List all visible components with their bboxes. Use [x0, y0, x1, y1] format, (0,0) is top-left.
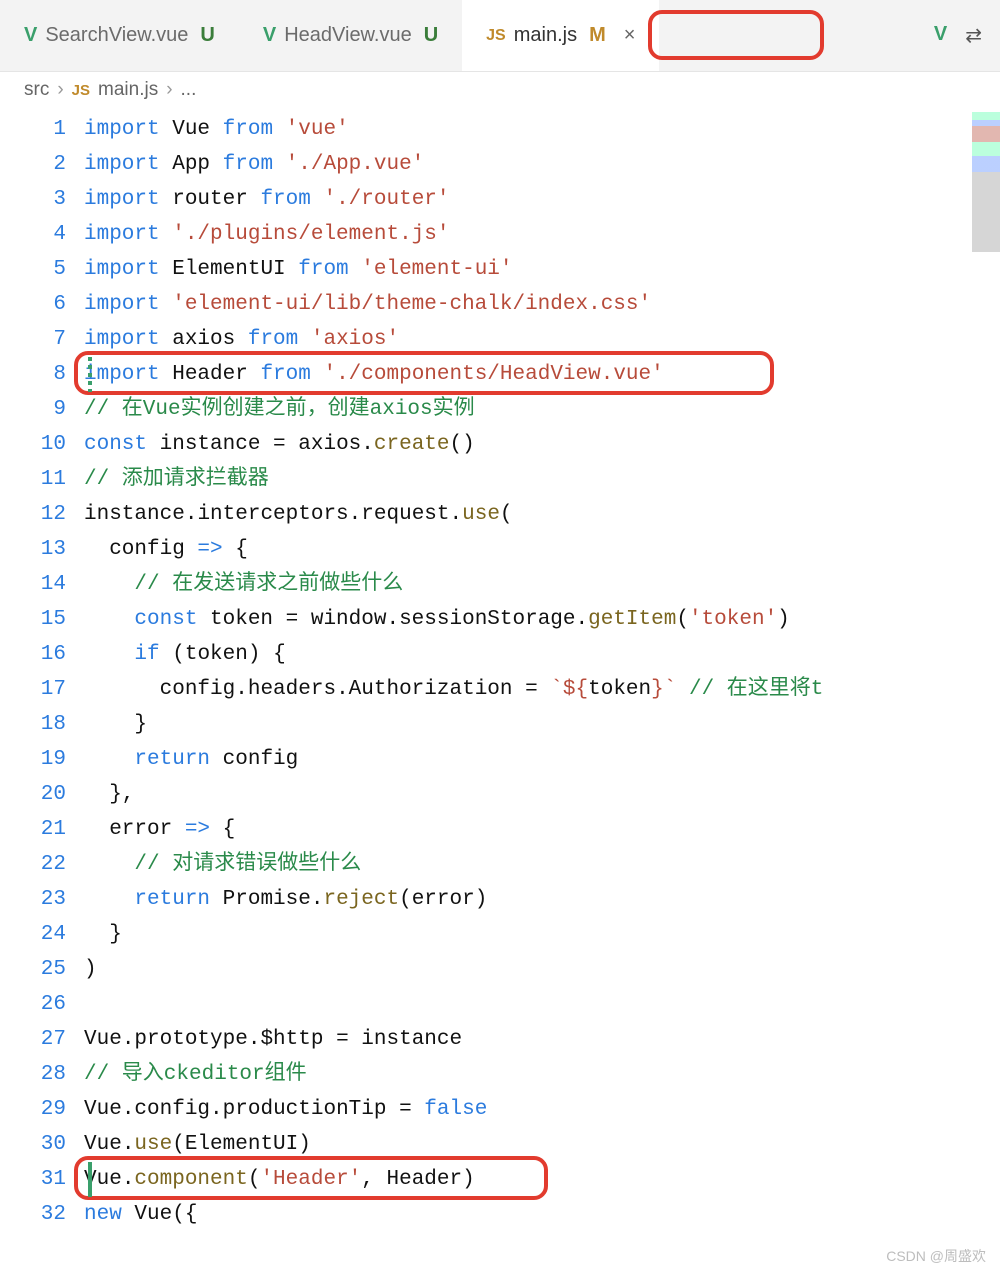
minimap[interactable]	[972, 112, 1000, 252]
line-number: 4	[0, 217, 66, 252]
code-line[interactable]: // 对请求错误做些什么	[84, 847, 1000, 882]
line-number: 20	[0, 777, 66, 812]
vue-icon: V	[24, 24, 37, 47]
code-line[interactable]: Vue.prototype.$http = instance	[84, 1022, 1000, 1057]
breadcrumb-segment[interactable]: ...	[181, 79, 197, 101]
line-number: 23	[0, 882, 66, 917]
code-line[interactable]: },	[84, 777, 1000, 812]
git-status-m: M	[589, 24, 606, 47]
line-number: 18	[0, 707, 66, 742]
code-line[interactable]: import 'element-ui/lib/theme-chalk/index…	[84, 287, 1000, 322]
watermark: CSDN @周盛欢	[886, 1246, 986, 1266]
line-number: 30	[0, 1127, 66, 1162]
git-gutter-added	[88, 1162, 92, 1197]
code-line[interactable]: // 在发送请求之前做些什么	[84, 567, 1000, 602]
code-line[interactable]: const instance = axios.create()	[84, 427, 1000, 462]
code-line[interactable]: import router from './router'	[84, 182, 1000, 217]
line-number: 11	[0, 462, 66, 497]
line-number: 15	[0, 602, 66, 637]
line-number: 25	[0, 952, 66, 987]
line-number: 22	[0, 847, 66, 882]
code-line[interactable]: config => {	[84, 532, 1000, 567]
line-number: 29	[0, 1092, 66, 1127]
git-status-u: U	[424, 24, 438, 47]
code-line[interactable]: new Vue({	[84, 1197, 1000, 1232]
tab-label: SearchView.vue	[45, 24, 188, 47]
code-line[interactable]: return config	[84, 742, 1000, 777]
vue-icon[interactable]: V	[934, 23, 947, 48]
line-number: 26	[0, 987, 66, 1022]
js-icon: JS	[72, 82, 90, 99]
code-line[interactable]: import './plugins/element.js'	[84, 217, 1000, 252]
git-status-u: U	[200, 24, 214, 47]
code-line[interactable]: Vue.use(ElementUI)	[84, 1127, 1000, 1162]
line-number: 12	[0, 497, 66, 532]
editor-tabs: V SearchView.vue U V HeadView.vue U JS m…	[0, 0, 1000, 72]
git-gutter-modified	[88, 357, 92, 392]
code-line[interactable]: const token = window.sessionStorage.getI…	[84, 602, 1000, 637]
line-number: 8	[0, 357, 66, 392]
code-line[interactable]: if (token) {	[84, 637, 1000, 672]
tab-searchview[interactable]: V SearchView.vue U	[0, 0, 239, 71]
breadcrumb[interactable]: src › JS main.js › ...	[0, 72, 1000, 108]
code-editor[interactable]: 1234567891011121314151617181920212223242…	[0, 108, 1000, 1232]
line-number: 14	[0, 567, 66, 602]
code-line[interactable]: Vue.config.productionTip = false	[84, 1092, 1000, 1127]
breadcrumb-segment[interactable]: main.js	[98, 79, 158, 101]
line-number: 21	[0, 812, 66, 847]
code-line[interactable]	[84, 987, 1000, 1022]
code-line[interactable]: import ElementUI from 'element-ui'	[84, 252, 1000, 287]
line-number: 32	[0, 1197, 66, 1232]
line-number: 31	[0, 1162, 66, 1197]
tab-mainjs[interactable]: JS main.js M ×	[462, 0, 659, 71]
line-number: 17	[0, 672, 66, 707]
code-line[interactable]: }	[84, 707, 1000, 742]
code-line[interactable]: import axios from 'axios'	[84, 322, 1000, 357]
code-line[interactable]: instance.interceptors.request.use(	[84, 497, 1000, 532]
code-line[interactable]: return Promise.reject(error)	[84, 882, 1000, 917]
close-icon[interactable]: ×	[624, 24, 636, 47]
line-number: 9	[0, 392, 66, 427]
compare-icon[interactable]: ⇄	[965, 23, 982, 48]
code-line[interactable]: // 导入ckeditor组件	[84, 1057, 1000, 1092]
code-line[interactable]: // 在Vue实例创建之前，创建axios实例	[84, 392, 1000, 427]
code-line[interactable]: import Header from './components/HeadVie…	[84, 357, 1000, 392]
chevron-right-icon: ›	[57, 79, 63, 101]
code-content[interactable]: import Vue from 'vue'import App from './…	[84, 112, 1000, 1232]
code-line[interactable]: Vue.component('Header', Header)	[84, 1162, 1000, 1197]
line-number: 28	[0, 1057, 66, 1092]
code-line[interactable]: import App from './App.vue'	[84, 147, 1000, 182]
js-icon: JS	[486, 27, 506, 45]
line-number: 19	[0, 742, 66, 777]
line-number: 1	[0, 112, 66, 147]
annotation-highlight	[648, 10, 824, 60]
tab-label: HeadView.vue	[284, 24, 412, 47]
line-number: 24	[0, 917, 66, 952]
vue-icon: V	[263, 24, 276, 47]
line-number: 3	[0, 182, 66, 217]
code-line[interactable]: error => {	[84, 812, 1000, 847]
line-number: 7	[0, 322, 66, 357]
code-line[interactable]: import Vue from 'vue'	[84, 112, 1000, 147]
line-number: 16	[0, 637, 66, 672]
code-line[interactable]: )	[84, 952, 1000, 987]
code-line[interactable]: // 添加请求拦截器	[84, 462, 1000, 497]
chevron-right-icon: ›	[166, 79, 172, 101]
line-number: 2	[0, 147, 66, 182]
breadcrumb-segment[interactable]: src	[24, 79, 49, 101]
line-number: 10	[0, 427, 66, 462]
line-number: 5	[0, 252, 66, 287]
line-number: 13	[0, 532, 66, 567]
tab-headview[interactable]: V HeadView.vue U	[239, 0, 462, 71]
tab-label: main.js	[514, 24, 577, 47]
line-number: 6	[0, 287, 66, 322]
code-line[interactable]: }	[84, 917, 1000, 952]
line-number: 27	[0, 1022, 66, 1057]
code-line[interactable]: config.headers.Authorization = `${token}…	[84, 672, 1000, 707]
line-number-gutter: 1234567891011121314151617181920212223242…	[0, 112, 84, 1232]
